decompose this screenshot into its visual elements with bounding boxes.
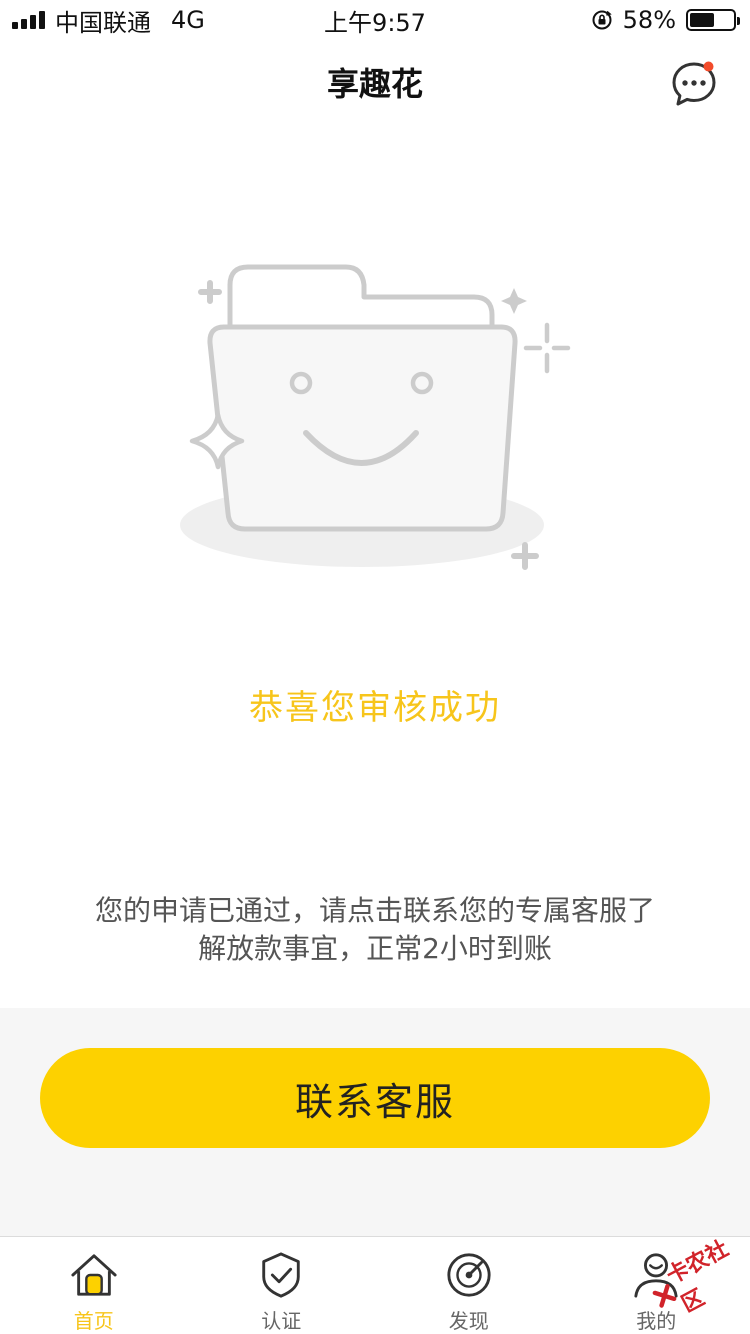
approval-description: 您的申请已通过，请点击联系您的专属客服了 解放款事宜，正常2小时到账 (60, 892, 690, 968)
battery-fill (690, 13, 715, 27)
status-right: 58% (591, 6, 740, 34)
tab-verify[interactable]: 认证 (188, 1237, 376, 1334)
tab-discover[interactable]: 发现 (375, 1237, 563, 1334)
rotation-lock-icon (592, 10, 612, 30)
network-type: 4G (171, 6, 205, 34)
tab-label: 发现 (448, 1309, 489, 1333)
tab-label: 首页 (73, 1309, 114, 1333)
unread-dot (703, 61, 714, 72)
home-icon (71, 1254, 117, 1296)
tab-bar: 首页 认证 发现 我的 (0, 1236, 750, 1334)
shield-check-icon (262, 1252, 300, 1298)
signal-strength-icon (12, 11, 45, 29)
success-message: 恭喜您审核成功 (249, 688, 501, 728)
status-bar: 中国联通 4G 上午9:57 58% (0, 0, 750, 40)
battery-percent: 58% (622, 6, 676, 34)
radar-icon (447, 1253, 491, 1297)
carrier-name: 中国联通 (55, 8, 151, 37)
tab-label: 认证 (261, 1309, 302, 1333)
tab-home[interactable]: 首页 (0, 1237, 188, 1334)
description-line-1: 您的申请已通过，请点击联系您的专属客服了 (94, 894, 655, 927)
contact-service-button[interactable]: 联系客服 (40, 1048, 710, 1148)
description-line-2: 解放款事宜，正常2小时到账 (198, 932, 552, 965)
battery-icon (686, 9, 740, 31)
page-title: 享趣花 (326, 65, 423, 103)
smiling-folder-icon (180, 264, 571, 570)
chat-bubble-icon[interactable] (670, 60, 718, 108)
nav-bar: 享趣花 (0, 40, 750, 128)
status-left: 中国联通 4G (12, 3, 205, 38)
